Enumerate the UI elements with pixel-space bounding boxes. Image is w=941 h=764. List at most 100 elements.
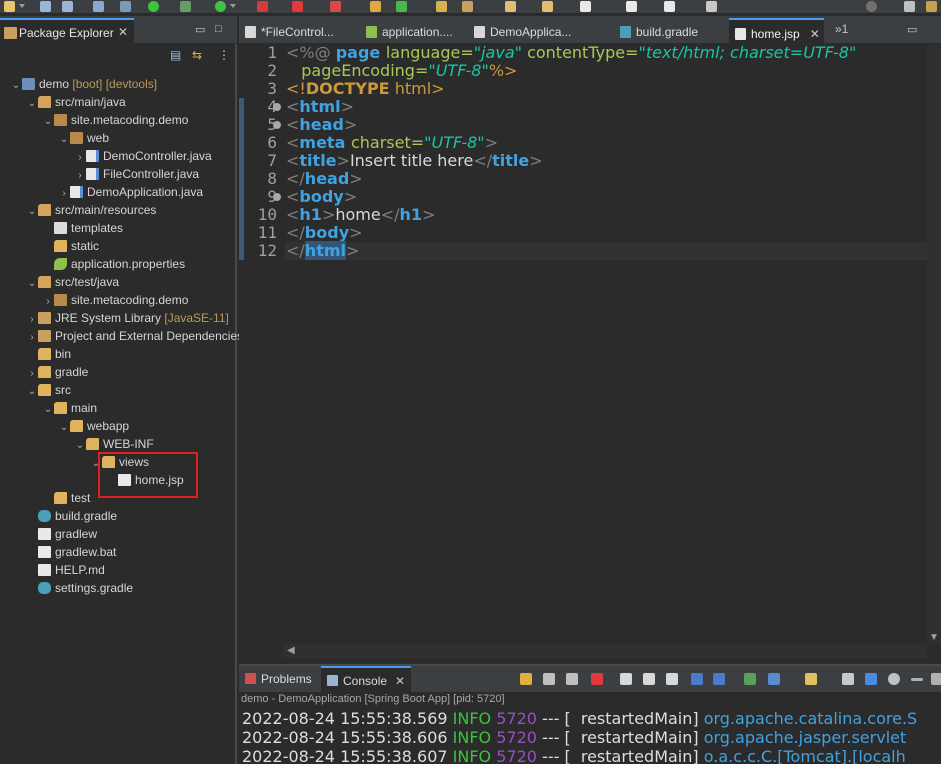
scroll-lock-icon[interactable] [643, 673, 655, 685]
tree-item[interactable]: bin [26, 345, 71, 363]
forward-history-icon[interactable] [664, 1, 675, 12]
tree-item[interactable]: ⌄ src/main/resources [26, 201, 157, 221]
tree-item[interactable]: › DemoController.java [74, 147, 211, 165]
perspective-icon[interactable] [904, 1, 915, 12]
tree-item[interactable]: › site.metacoding.demo [42, 291, 188, 309]
word-wrap-icon[interactable] [666, 673, 678, 685]
stop-icon[interactable] [292, 1, 303, 12]
open-task-icon[interactable] [436, 1, 447, 12]
tree-item[interactable]: ⌄ src/main/java [26, 93, 126, 111]
scroll-left-icon[interactable]: ◀ [287, 645, 295, 656]
tree-item[interactable]: settings.gradle [26, 579, 133, 597]
maximize-console-icon[interactable] [931, 673, 941, 685]
save-icon[interactable] [40, 1, 51, 12]
collapse-all-icon[interactable]: ▤ [170, 48, 181, 62]
tree-item[interactable]: ⌄ site.metacoding.demo [42, 111, 189, 131]
skip-breakpoints-icon[interactable] [120, 1, 131, 12]
minimize-console-icon[interactable] [911, 678, 923, 681]
copy-icon[interactable] [842, 673, 854, 685]
highlight-icon[interactable] [462, 1, 473, 12]
tab-editor-1[interactable]: application.... [360, 18, 457, 44]
tab-problems[interactable]: Problems [239, 666, 318, 692]
tab-package-explorer[interactable]: Package Explorer ✕ [0, 18, 134, 44]
find-replace-icon[interactable] [865, 673, 877, 685]
tree-item[interactable]: ⌄ main [42, 399, 97, 417]
terminate-all-icon[interactable] [543, 673, 555, 685]
close-icon[interactable]: ✕ [118, 25, 128, 39]
back-icon[interactable] [580, 1, 591, 12]
debug-icon[interactable] [180, 1, 191, 12]
tree-item[interactable]: application.properties [42, 255, 185, 273]
tree-item[interactable]: ⌄ WEB-INF [74, 435, 154, 453]
tree-item[interactable]: build.gradle [26, 507, 117, 525]
tree-item[interactable]: static [42, 237, 99, 255]
tab-editor-3[interactable]: build.gradle [614, 18, 702, 44]
tree-item[interactable]: › FileController.java [74, 165, 199, 183]
close-icon[interactable]: ✕ [810, 27, 820, 41]
expand-twisty-icon[interactable]: ⌄ [26, 95, 38, 113]
tree-item[interactable]: › gradle [26, 363, 88, 381]
expand-twisty-icon[interactable]: ⌄ [58, 419, 70, 437]
tab-editor-4[interactable]: home.jsp ✕ [729, 18, 824, 44]
view-menu-icon[interactable]: ⋮ [218, 48, 230, 62]
new-icon[interactable] [4, 1, 15, 12]
tab-console[interactable]: Console ✕ [321, 666, 412, 692]
tree-item[interactable]: ⌄ demo [boot] [devtools] [10, 75, 157, 93]
tree-item[interactable]: HELP.md [26, 561, 105, 579]
refresh-icon[interactable] [396, 1, 407, 12]
expand-twisty-icon[interactable]: ⌄ [26, 383, 38, 401]
tree-item[interactable]: ⌄ src/test/java [26, 273, 119, 291]
tree-item[interactable]: ⌄ src [26, 381, 71, 399]
save-all-icon[interactable] [62, 1, 73, 12]
open-console-icon[interactable] [805, 673, 817, 685]
terminal-icon[interactable] [93, 1, 104, 12]
tree-item[interactable]: gradlew [26, 525, 97, 543]
console-settings-icon[interactable] [888, 673, 900, 685]
display-console-icon[interactable] [768, 673, 780, 685]
link-with-editor-icon[interactable]: ⇆ [192, 48, 202, 62]
external-tools-icon[interactable] [330, 1, 341, 12]
clear-console-icon[interactable] [620, 673, 632, 685]
fold-toggle-icon[interactable] [273, 193, 281, 201]
java-perspective-icon[interactable] [926, 1, 937, 12]
maximize-icon[interactable]: □ [215, 23, 222, 35]
tab-editor-2[interactable]: DemoApplica... [468, 18, 575, 44]
tree-item[interactable]: ⌄ web [58, 129, 109, 147]
expand-twisty-icon[interactable]: ⌄ [58, 131, 70, 149]
next-annotation-icon[interactable] [505, 1, 516, 12]
terminate-icon[interactable] [591, 673, 603, 685]
tree-item[interactable]: › DemoApplication.java [58, 183, 203, 201]
previous-annotation-icon[interactable] [542, 1, 553, 12]
tab-overflow-indicator[interactable]: »1 [835, 22, 848, 36]
tree-item[interactable]: templates [42, 219, 123, 237]
fold-toggle-icon[interactable] [273, 121, 281, 129]
spring-boot-run-icon[interactable] [148, 1, 159, 12]
run-icon[interactable] [215, 1, 226, 12]
tree-item[interactable]: ⌄ webapp [58, 417, 129, 435]
expand-twisty-icon[interactable]: ⌄ [42, 113, 54, 131]
scroll-down-icon[interactable]: ▼ [929, 632, 939, 643]
search-icon[interactable] [866, 1, 877, 12]
tab-editor-0[interactable]: *FileControl... [239, 18, 338, 44]
new-dropdown-icon[interactable] [19, 4, 25, 8]
expand-twisty-icon[interactable]: ⌄ [74, 437, 86, 455]
expand-twisty-icon[interactable]: ⌄ [26, 203, 38, 221]
remove-launches-icon[interactable] [566, 673, 578, 685]
pin-editor-icon[interactable] [706, 1, 717, 12]
close-icon[interactable]: ✕ [395, 674, 405, 688]
open-type-icon[interactable] [370, 1, 381, 12]
tree-item[interactable]: test [42, 489, 90, 507]
run-dropdown-icon[interactable] [230, 4, 236, 8]
fold-toggle-icon[interactable] [273, 103, 281, 111]
horizontal-scrollbar[interactable] [283, 644, 927, 658]
minimize-editor-icon[interactable]: ▭ [907, 23, 917, 36]
minimize-icon[interactable]: ▭ [195, 23, 205, 36]
coverage-icon[interactable] [257, 1, 268, 12]
expand-twisty-icon[interactable]: ⌄ [42, 401, 54, 419]
show-on-stderr-icon[interactable] [713, 673, 725, 685]
tree-item[interactable]: › Project and External Dependencies [26, 327, 243, 345]
expand-twisty-icon[interactable]: ⌄ [26, 275, 38, 293]
tree-item[interactable]: gradlew.bat [26, 543, 116, 561]
forward-icon[interactable] [626, 1, 637, 12]
relaunch-icon[interactable] [520, 673, 532, 685]
